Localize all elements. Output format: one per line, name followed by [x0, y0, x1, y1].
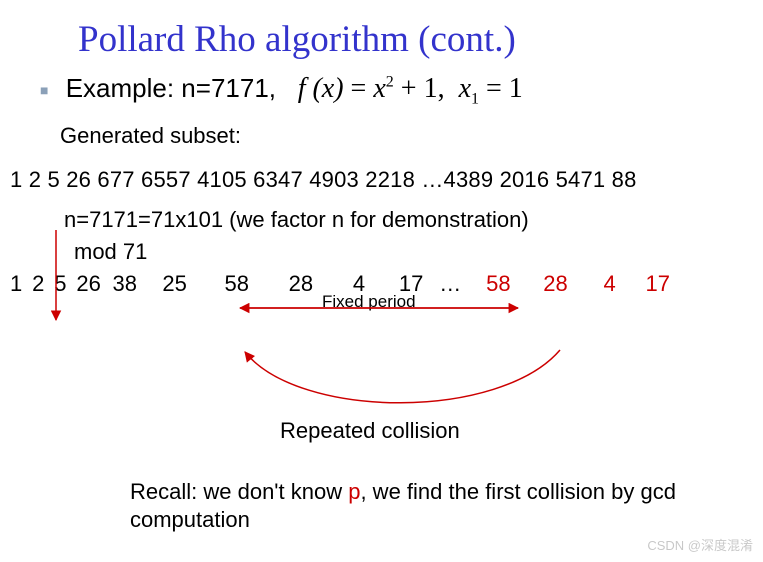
- example-label: Example: n=7171,: [66, 73, 276, 103]
- watermark: CSDN @深度混淆: [647, 535, 753, 554]
- generated-subset-label: Generated subset:: [0, 123, 763, 149]
- bullet-square-icon: ■: [40, 82, 48, 98]
- factorization-note: n=7171=71x101 (we factor n for demonstra…: [0, 207, 763, 233]
- mod-label: mod 71: [0, 239, 763, 265]
- formula: f (x) = x2 + 1, x1 = 1: [298, 73, 523, 104]
- sequence-mod-n: 1 2 5 26 677 6557 4105 6347 4903 2218 …4…: [0, 167, 763, 193]
- repeated-collision-label: Repeated collision: [280, 418, 460, 444]
- recall-text: Recall: we don't know p, we find the fir…: [130, 478, 690, 533]
- slide-title: Pollard Rho algorithm (cont.): [0, 0, 763, 73]
- sequence-mod-p: 1 2 5 26 38 25 58 28 4 17 … 58 28 4 17: [0, 271, 763, 297]
- example-line: ■ Example: n=7171, f (x) = x2 + 1, x1 = …: [0, 73, 763, 109]
